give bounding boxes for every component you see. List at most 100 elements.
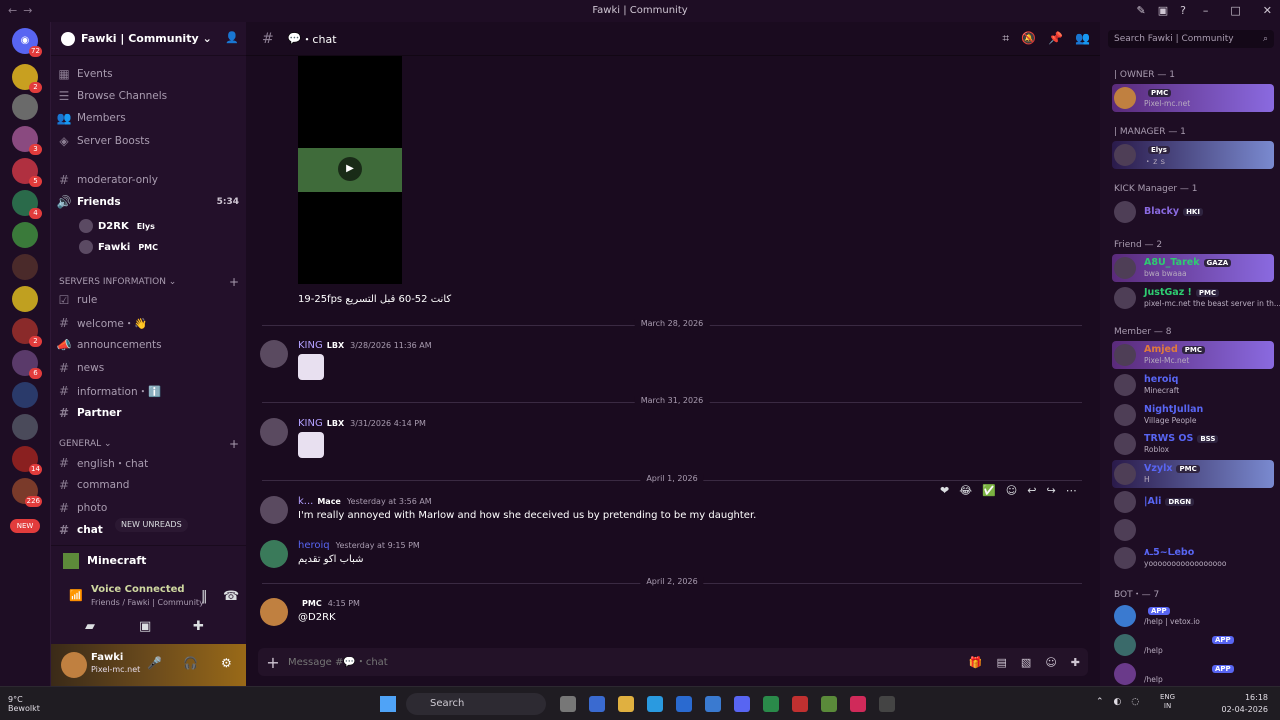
noise-icon[interactable]: ‖ — [201, 589, 208, 604]
member-item[interactable]: Vzylx PMC H — [1112, 460, 1274, 488]
weather-widget[interactable]: 9°C Bewolkt — [8, 695, 40, 713]
server-icon[interactable] — [12, 222, 38, 248]
tiktok-icon[interactable] — [850, 696, 866, 712]
server-icon[interactable]: 6 — [12, 350, 42, 379]
store-icon[interactable] — [589, 696, 605, 712]
language-indicator[interactable]: ENG IN — [1160, 693, 1175, 711]
sticker-image[interactable] — [298, 432, 324, 458]
sticker-image[interactable] — [298, 354, 324, 380]
server-header[interactable]: Fawki | Community ⌄ 👤 — [51, 22, 247, 56]
gift-icon[interactable]: 🎁 — [969, 656, 983, 669]
events-item[interactable]: ▦ Events — [51, 64, 247, 84]
disconnect-icon[interactable]: ☎ — [223, 589, 239, 604]
member-item[interactable]: Elys ・ｚｓ — [1112, 141, 1274, 169]
message-author[interactable]: heroiq — [298, 540, 330, 551]
member-item[interactable]: PMC Pixel-mc.net — [1112, 84, 1274, 112]
server-icon[interactable]: 2 — [12, 64, 42, 93]
avatar[interactable] — [260, 340, 288, 368]
member-item[interactable]: APP/help — [1112, 631, 1274, 659]
forward-icon[interactable]: ↪ — [1046, 484, 1055, 500]
explorer-icon[interactable] — [618, 696, 634, 712]
new-pill[interactable]: NEW — [10, 519, 40, 533]
member-item[interactable]: JustGaz ! PMC pixel-mc.net the beast serve… — [1112, 284, 1280, 312]
server-icon[interactable]: 3 — [12, 126, 42, 155]
member-item[interactable] — [1112, 516, 1274, 544]
member-item[interactable]: |Ali DRGN — [1112, 488, 1274, 516]
vpn-icon[interactable] — [705, 696, 721, 712]
search-input[interactable]: Search Fawki | Community ⌕ — [1108, 30, 1274, 48]
member-list-icon[interactable]: 👥 — [1075, 31, 1090, 46]
member-item[interactable]: A8U_Tarek GAZA bwa bwaaa — [1112, 254, 1274, 282]
message-input[interactable] — [288, 656, 888, 668]
sticker-icon[interactable]: ▧ — [1021, 656, 1031, 669]
video-attachment[interactable]: ▶ — [298, 56, 402, 284]
discord-icon[interactable] — [734, 696, 750, 712]
channel-information[interactable]: # information・ℹ️ — [51, 381, 247, 401]
play-icon[interactable]: ▶ — [338, 157, 362, 181]
task-view-icon[interactable] — [560, 696, 576, 712]
server-icon[interactable]: 4 — [12, 190, 42, 219]
server-icon[interactable] — [12, 286, 38, 312]
xbox-icon[interactable] — [763, 696, 779, 712]
minecraft-app-icon[interactable] — [821, 696, 837, 712]
activity-minecraft[interactable]: Minecraft — [51, 545, 247, 575]
browse-channels-item[interactable]: ☰ Browse Channels — [51, 86, 247, 106]
nitro-icon[interactable]: ✎ — [1137, 4, 1146, 17]
maximize-button[interactable]: □ — [1230, 4, 1240, 17]
settings-icon[interactable]: ⚙ — [221, 656, 232, 670]
pin-icon[interactable]: 📌 — [1048, 31, 1063, 46]
server-icon[interactable] — [12, 414, 38, 440]
server-icon[interactable]: 226 — [12, 478, 42, 507]
heart-reaction-icon[interactable]: ❤ — [940, 484, 949, 500]
add-channel-icon[interactable]: + — [229, 275, 239, 289]
channel-command[interactable]: # command — [51, 475, 247, 495]
channel-english-chat[interactable]: # english・chat — [51, 453, 247, 473]
start-icon[interactable] — [380, 696, 396, 712]
channel-announcements[interactable]: 📣 announcements — [51, 335, 247, 355]
server-icon[interactable]: 2 — [12, 318, 42, 347]
home-icon[interactable]: ◉ 72 — [12, 28, 42, 57]
voice-user[interactable]: D2RK Elys — [79, 216, 155, 236]
voice-user[interactable]: Fawki PMC — [79, 237, 158, 257]
member-item[interactable]: Amjed PMC Pixel-Mc.net — [1112, 341, 1274, 369]
message-author[interactable]: k... — [298, 496, 313, 507]
activities-icon[interactable]: ✚ — [193, 619, 204, 634]
member-item[interactable]: NightJullan Village People — [1112, 401, 1274, 429]
server-icon[interactable] — [12, 382, 38, 408]
member-item[interactable]: Blacky HKI — [1112, 198, 1274, 226]
reply-icon[interactable]: ↩ — [1027, 484, 1036, 500]
channel-welcome[interactable]: # welcome・👋 — [51, 313, 247, 333]
server-icon[interactable] — [12, 254, 38, 280]
threads-icon[interactable]: ⌗ — [1002, 31, 1009, 46]
emoji-icon[interactable]: ☺ — [1045, 656, 1056, 669]
server-icon[interactable]: 5 — [12, 158, 42, 187]
clock[interactable]: 16:18 02-04-2026 — [1222, 692, 1269, 716]
avatar[interactable] — [260, 540, 288, 568]
apps-icon[interactable]: ✚ — [1071, 656, 1080, 669]
category-general[interactable]: GENERAL ⌄ + — [59, 437, 239, 451]
server-boosts-item[interactable]: ◈ Server Boosts — [51, 131, 247, 151]
member-item[interactable]: TRWS OS BSS Roblox — [1112, 430, 1274, 458]
mic-icon[interactable]: 🎤 — [147, 656, 162, 670]
inbox-icon[interactable]: ▣ — [1158, 4, 1168, 17]
message-author[interactable]: KING — [298, 418, 323, 429]
game-icon[interactable] — [792, 696, 808, 712]
headphones-icon[interactable]: 🎧 — [183, 656, 198, 670]
app-icon[interactable] — [676, 696, 692, 712]
avatar[interactable] — [260, 418, 288, 446]
laugh-reaction-icon[interactable]: 😂 — [959, 484, 972, 500]
member-item[interactable]: ـا~5ـ٨ebo yooooooooooooooooo — [1112, 544, 1274, 572]
message-author[interactable]: KING — [298, 340, 323, 351]
minimize-button[interactable]: – — [1203, 4, 1209, 17]
more-icon[interactable]: ⋯ — [1066, 484, 1077, 500]
app-icon[interactable] — [879, 696, 895, 712]
chevron-up-icon[interactable]: ⌃ — [1096, 697, 1104, 707]
new-unreads-pill[interactable]: NEW UNREADS — [115, 518, 188, 532]
mute-icon[interactable]: 🔕 — [1021, 31, 1036, 46]
edge-icon[interactable] — [647, 696, 663, 712]
channel-rule[interactable]: ☑ rule — [51, 290, 247, 310]
member-item[interactable]: APP/help — [1112, 660, 1274, 688]
members-item[interactable]: 👥 Members — [51, 108, 247, 128]
avatar[interactable] — [260, 496, 288, 524]
attach-icon[interactable]: + — [258, 653, 288, 672]
